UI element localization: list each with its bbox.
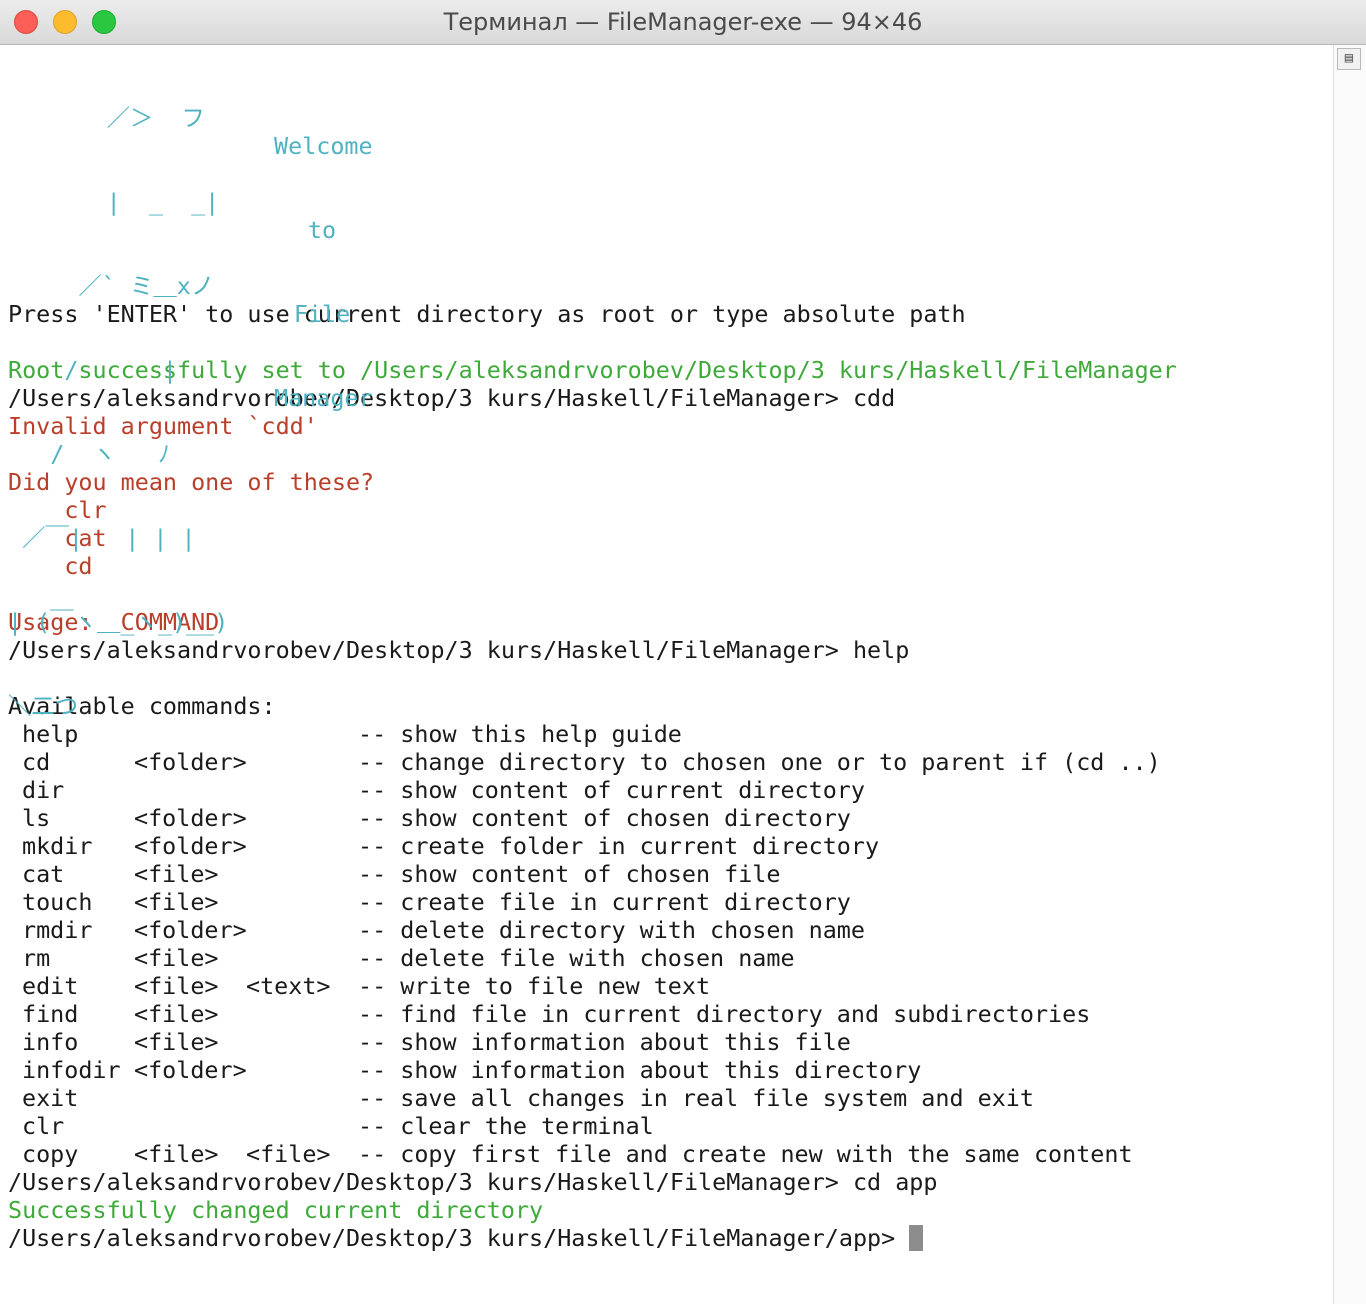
command-row: rm <file> -- delete file with chosen name xyxy=(8,944,1328,972)
command-arg xyxy=(246,1028,358,1056)
command-name: copy xyxy=(22,1140,79,1168)
command-arg xyxy=(246,860,358,888)
command-description: -- copy first file and create new with t… xyxy=(358,1140,1133,1168)
command-row: infodir <folder> -- show information about… xyxy=(8,1056,1328,1084)
text-cursor[interactable] xyxy=(909,1225,924,1251)
command-name: cat xyxy=(22,860,65,888)
command-list: help -- show this help guide cd <folder> -- … xyxy=(8,720,1328,1168)
command-arg: <folder> xyxy=(134,1056,247,1084)
command-description: -- write to file new text xyxy=(358,972,711,1000)
command-row: exit -- save all changes in real file sys… xyxy=(8,1084,1328,1112)
command-row: find <file> -- find file in current direct… xyxy=(8,1000,1328,1028)
ascii-art-banner: ／＞ フ | _ _| ／` ミ＿xノ / | / ヽ ﾉ ／￣| | | | … xyxy=(8,48,1328,720)
command-arg xyxy=(246,1000,358,1028)
command-arg: <file> xyxy=(134,944,219,972)
command-description: -- show this help guide xyxy=(358,720,682,748)
command-arg xyxy=(246,832,358,860)
command-arg: <file> xyxy=(134,1000,219,1028)
command-name: rmdir xyxy=(22,916,93,944)
command-description: -- save all changes in real file system … xyxy=(358,1084,1034,1112)
command-description: -- delete file with chosen name xyxy=(358,944,795,972)
command-description: -- clear the terminal xyxy=(358,1112,654,1140)
command-arg: <text> xyxy=(246,972,331,1000)
command-row: touch <file> -- create file in current dir… xyxy=(8,888,1328,916)
command-name: touch xyxy=(22,888,93,916)
current-prompt-line[interactable]: /Users/aleksandrvorobev/Desktop/3 kurs/H… xyxy=(8,1224,1328,1252)
command-row: info <file> -- show information about this… xyxy=(8,1028,1328,1056)
command-arg: <file> xyxy=(134,888,219,916)
command-arg xyxy=(246,748,358,776)
command-arg: <file> xyxy=(134,860,219,888)
command-arg xyxy=(246,1112,358,1140)
command-description: -- show content of current directory xyxy=(358,776,865,804)
prompt-line: /Users/aleksandrvorobev/Desktop/3 kurs/H… xyxy=(8,1168,938,1196)
command-name: clr xyxy=(22,1112,65,1140)
command-name: rm xyxy=(22,944,51,972)
command-arg xyxy=(246,720,358,748)
command-description: -- show content of chosen file xyxy=(358,860,781,888)
command-row: ls <folder> -- show content of chosen dire… xyxy=(8,804,1328,832)
command-row: edit <file> <text> -- write to file new tex… xyxy=(8,972,1328,1000)
command-name: ls xyxy=(22,804,51,832)
command-name: infodir xyxy=(22,1056,121,1084)
command-row: rmdir <folder> -- delete directory with ch… xyxy=(8,916,1328,944)
command-description: -- show content of chosen directory xyxy=(358,804,851,832)
command-row: clr -- clear the terminal xyxy=(8,1112,1328,1140)
command-name: edit xyxy=(22,972,79,1000)
command-row: dir -- show content of current directory xyxy=(8,776,1328,804)
welcome-text: Welcome to File Manager xyxy=(274,132,373,412)
command-name: mkdir xyxy=(22,832,93,860)
command-arg xyxy=(246,776,358,804)
command-arg xyxy=(134,1084,246,1112)
command-arg: <folder> xyxy=(134,832,247,860)
command-arg xyxy=(246,1056,358,1084)
command-arg: <file> xyxy=(134,1140,219,1168)
terminal-output[interactable]: ／＞ フ | _ _| ／` ミ＿xノ / | / ヽ ﾉ ／￣| | | | … xyxy=(8,48,1328,1252)
command-name: info xyxy=(22,1028,79,1056)
command-name: find xyxy=(22,1000,79,1028)
command-arg: <file> xyxy=(134,1028,219,1056)
command-description: -- change directory to chosen one or to … xyxy=(358,748,1161,776)
command-arg xyxy=(246,944,358,972)
command-description: -- create folder in current directory xyxy=(358,832,880,860)
ascii-cat-art: ／＞ フ | _ _| ／` ミ＿xノ / | / ヽ ﾉ ／￣| | | | … xyxy=(8,104,229,720)
command-name: exit xyxy=(22,1084,79,1112)
command-arg xyxy=(134,776,246,804)
vertical-scrollbar[interactable]: ▤ xyxy=(1333,45,1366,1304)
command-arg: <file> xyxy=(246,1140,331,1168)
current-prompt: /Users/aleksandrvorobev/Desktop/3 kurs/H… xyxy=(8,1224,896,1252)
command-arg xyxy=(246,916,358,944)
command-description: -- find file in current directory and su… xyxy=(358,1000,1091,1028)
command-arg: <folder> xyxy=(134,916,247,944)
terminal-window: Терминал — FileManager-exe — 94×46 ▤ ／＞ … xyxy=(0,0,1366,1304)
command-arg xyxy=(134,1112,246,1140)
command-name: dir xyxy=(22,776,65,804)
success-message: Successfully changed current directory xyxy=(8,1196,544,1224)
command-description: -- show information about this directory xyxy=(358,1056,922,1084)
command-arg xyxy=(246,1084,358,1112)
command-description: -- create file in current directory xyxy=(358,888,851,916)
title-bar[interactable]: Терминал — FileManager-exe — 94×46 xyxy=(0,0,1366,45)
split-pane-icon[interactable]: ▤ xyxy=(1337,48,1361,70)
command-arg: <folder> xyxy=(134,804,247,832)
command-arg xyxy=(246,804,358,832)
command-description: -- show information about this file xyxy=(358,1028,851,1056)
command-row: cat <file> -- show content of chosen file xyxy=(8,860,1328,888)
command-arg: <file> xyxy=(134,972,219,1000)
command-description: -- delete directory with chosen name xyxy=(358,916,865,944)
window-title: Терминал — FileManager-exe — 94×46 xyxy=(443,8,923,36)
command-row: mkdir <folder> -- create folder in current… xyxy=(8,832,1328,860)
command-arg xyxy=(246,888,358,916)
command-row: copy <file> <file> -- copy first file and c… xyxy=(8,1140,1328,1168)
